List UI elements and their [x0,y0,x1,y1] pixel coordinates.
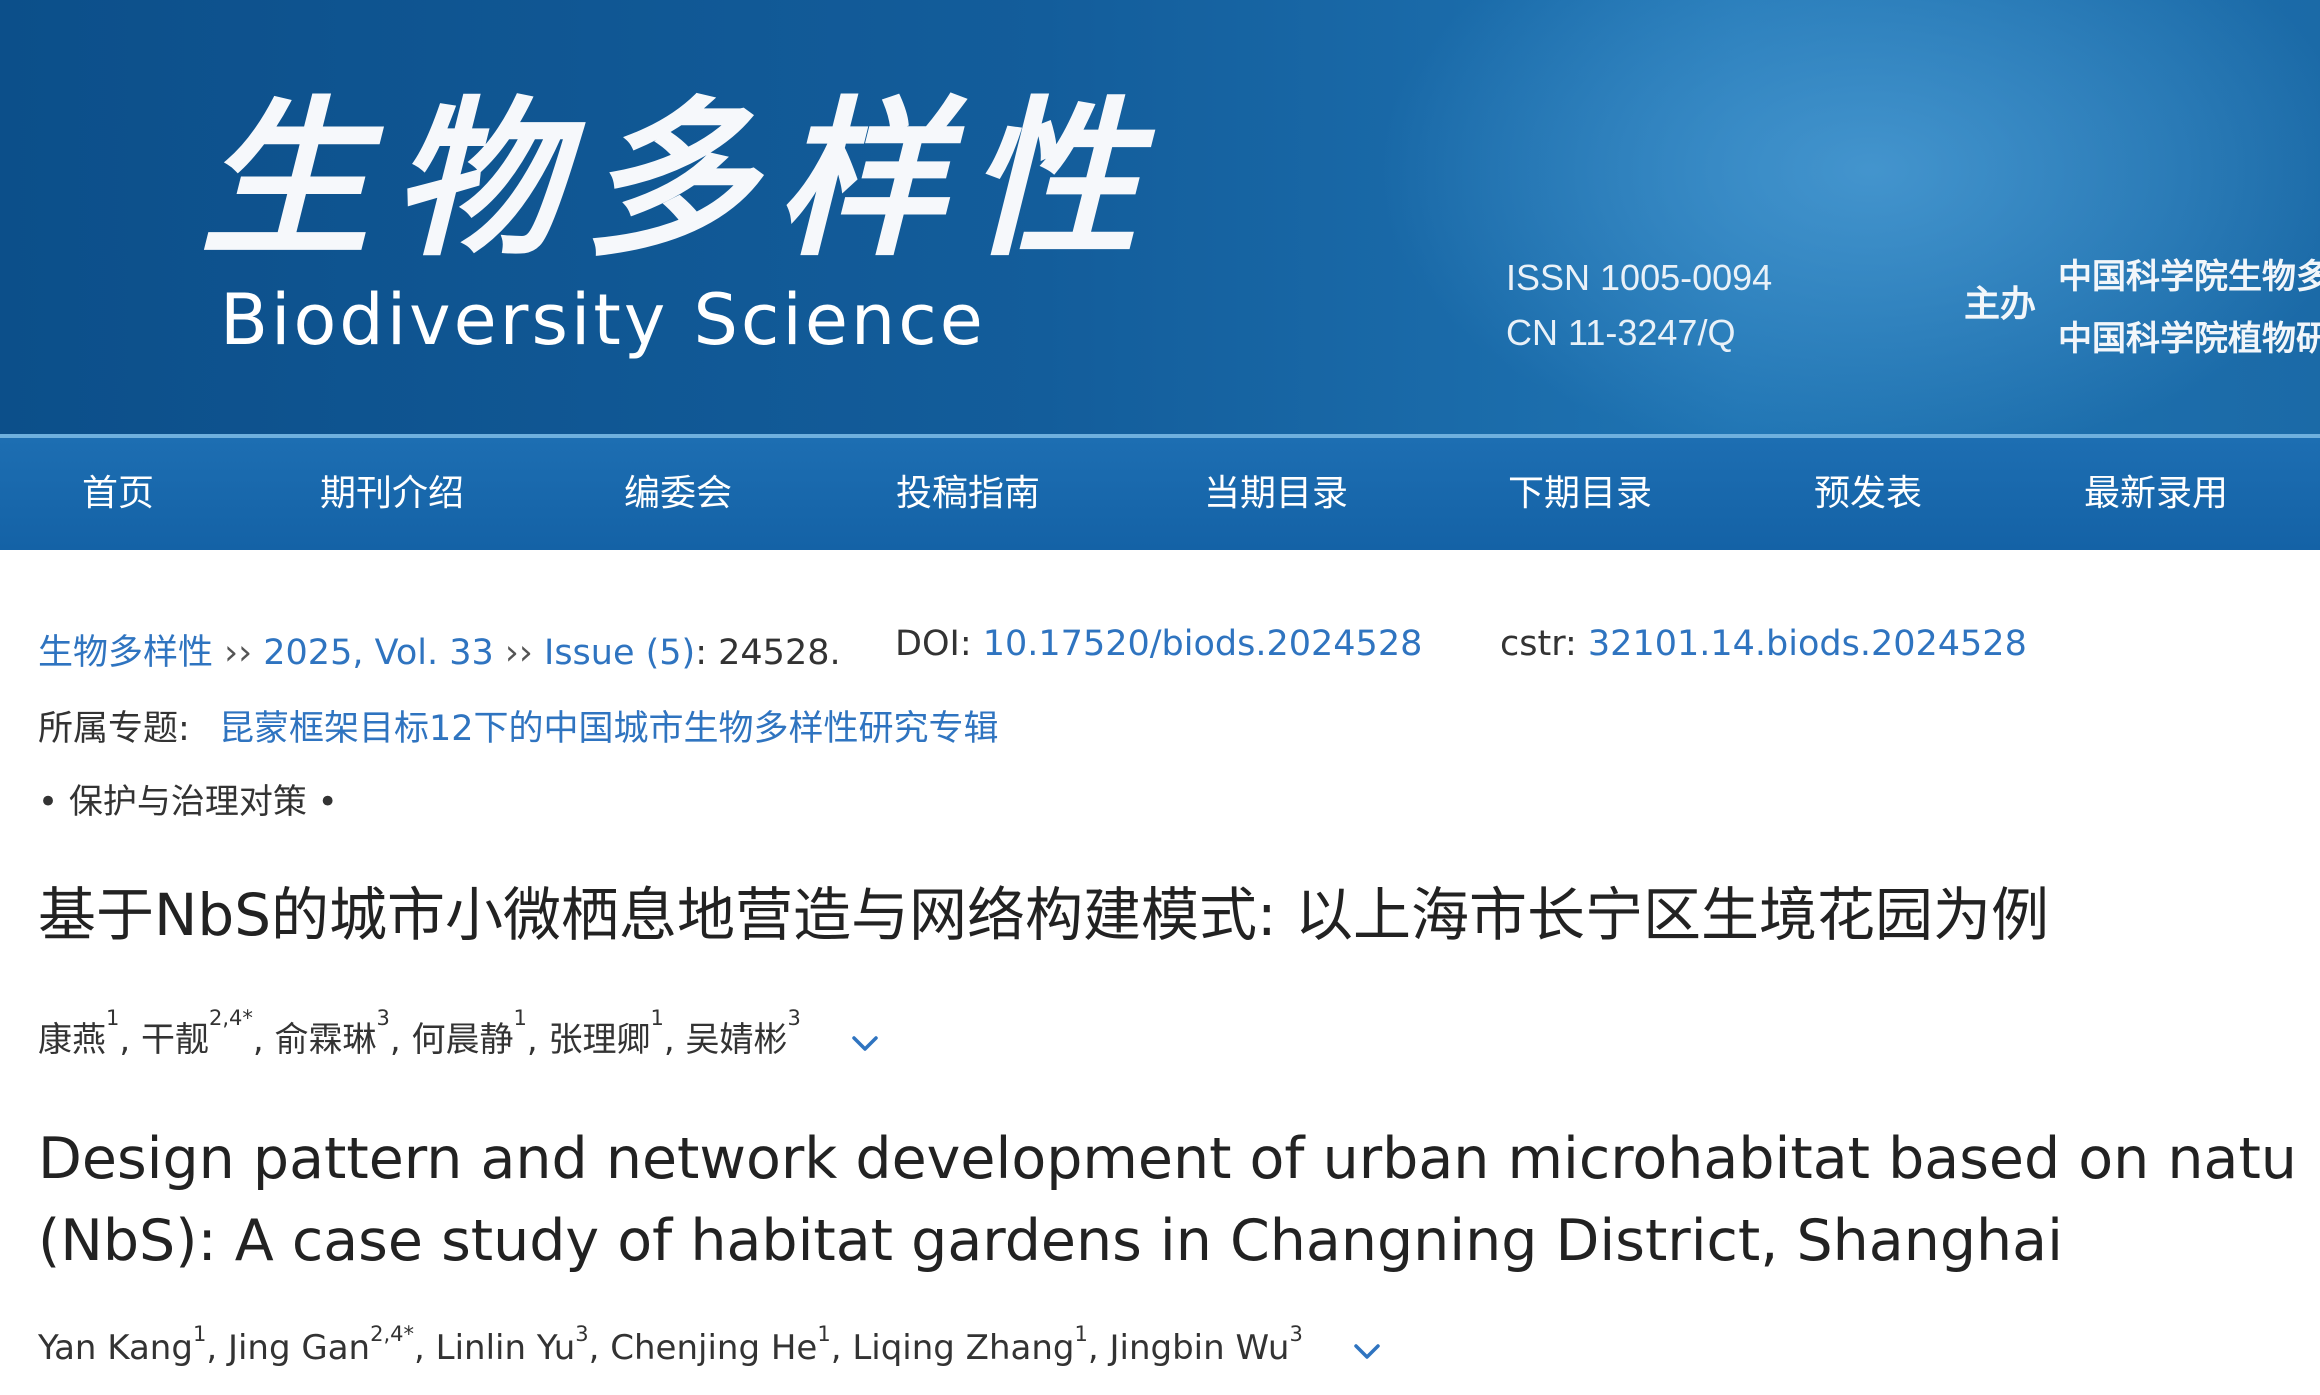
author-name[interactable]: 吴婧彬 [686,1020,788,1060]
sponsor-list: 中国科学院生物多 中国科学院植物研 [2058,246,2320,370]
main-nav: 首页 期刊介绍 编委会 投稿指南 当期目录 下期目录 预发表 最新录用 [0,438,2320,550]
author-affiliation: 1 [106,1006,120,1030]
nav-current-issue[interactable]: 当期目录 [1204,438,1348,550]
authors-english: Yan Kang1, Jing Gan2,4*, Linlin Yu3, Che… [38,1322,1382,1368]
author-name[interactable]: 张理卿 [549,1020,651,1060]
breadcrumb-separator: ›› [213,633,264,673]
chevron-down-icon[interactable] [850,1027,880,1057]
author-affiliation: 3 [575,1322,589,1346]
author-affiliation: 1 [513,1006,527,1030]
nav-home[interactable]: 首页 [82,438,154,550]
article-title-english: Design pattern and network development o… [38,1118,2320,1282]
article-title-english-line-2: (NbS): A case study of habitat gardens i… [38,1208,2063,1274]
author-affiliation: 3 [1289,1322,1303,1346]
breadcrumb-volume-link[interactable]: 2025, Vol. 33 [263,633,493,673]
article-title-chinese: 基于NbS的城市小微栖息地营造与网络构建模式: 以上海市长宁区生境花园为例 [38,881,2049,949]
cn-text: CN 11-3247/Q [1506,312,1736,353]
nav-online-first[interactable]: 预发表 [1814,438,1922,550]
breadcrumb-separator: ›› [493,633,544,673]
author-name[interactable]: 俞霖琳 [275,1020,377,1060]
author-affiliation: 2,4* [209,1006,253,1030]
sponsor-1: 中国科学院生物多 [2058,257,2320,297]
sponsor-label: 主办 [1964,284,2037,325]
author-affiliation: 3 [376,1006,390,1030]
author-affiliation: 1 [817,1322,831,1346]
nav-editorial-board[interactable]: 编委会 [624,438,732,550]
author-affiliation: 2,4* [370,1322,415,1346]
issn-block: ISSN 1005-0094 CN 11-3247/Q [1506,250,1772,360]
journal-logo-chinese[interactable]: 生物多样性 [200,80,1138,280]
author-affiliation: 3 [787,1006,801,1030]
cstr-row: cstr: 32101.14.biods.2024528 [1500,624,2027,664]
article-number: : 24528. [695,633,841,673]
authors-chinese: 康燕1, 干靓2,4*, 俞霖琳3, 何晨静1, 张理卿1, 吴婧彬3 [38,1006,880,1061]
author-affiliation: 1 [650,1006,664,1030]
nav-submission-guide[interactable]: 投稿指南 [896,438,1040,550]
author-name[interactable]: Jing Gan [228,1328,370,1368]
nav-next-issue[interactable]: 下期目录 [1508,438,1652,550]
nav-journal-intro[interactable]: 期刊介绍 [320,438,464,550]
cstr-link[interactable]: 32101.14.biods.2024528 [1588,624,2027,664]
doi-row: DOI: 10.17520/biods.2024528 [895,624,1422,664]
topic-link[interactable]: 昆蒙框架目标12下的中国城市生物多样性研究专辑 [219,709,999,749]
sponsor-2: 中国科学院植物研 [2058,319,2320,359]
nav-accepted[interactable]: 最新录用 [2084,438,2228,550]
topic-row: 所属专题: 昆蒙框架目标12下的中国城市生物多样性研究专辑 [38,700,998,751]
chevron-down-icon[interactable] [1352,1335,1382,1365]
journal-logo-english[interactable]: Biodiversity Science [220,280,986,360]
author-name[interactable]: 干靓 [141,1020,209,1060]
author-affiliation: 1 [1074,1322,1088,1346]
issn-text: ISSN 1005-0094 [1506,257,1773,298]
author-name[interactable]: Linlin Yu [436,1328,576,1368]
author-name[interactable]: 何晨静 [412,1020,514,1060]
author-affiliation: 1 [192,1322,207,1346]
breadcrumb-issue-link[interactable]: Issue (5) [544,633,695,673]
breadcrumb-journal-link[interactable]: 生物多样性 [38,633,213,673]
doi-label: DOI: [895,624,983,664]
doi-link[interactable]: 10.17520/biods.2024528 [983,624,1423,664]
author-name[interactable]: Jingbin Wu [1110,1328,1290,1368]
topic-label: 所属专题: [38,709,190,749]
article-title-english-line-1: Design pattern and network development o… [38,1126,2297,1192]
article-section: • 保护与治理对策 • [38,782,338,822]
author-name[interactable]: 康燕 [38,1020,106,1060]
author-name[interactable]: Chenjing He [610,1328,817,1368]
author-name[interactable]: Liqing Zhang [852,1328,1074,1368]
cstr-label: cstr: [1500,624,1588,664]
author-name[interactable]: Yan Kang [38,1328,193,1368]
breadcrumb: 生物多样性 ›› 2025, Vol. 33 ›› Issue (5): 245… [38,624,841,675]
